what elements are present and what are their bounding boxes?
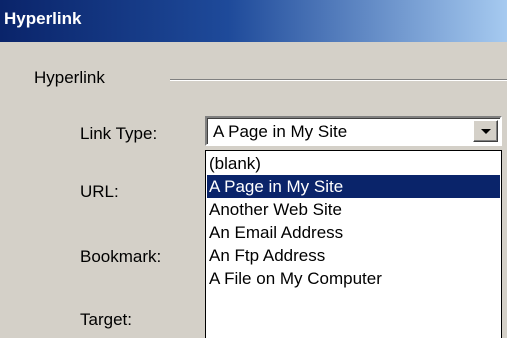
bookmark-label: Bookmark: xyxy=(80,247,162,266)
group-label-hyperlink: Hyperlink xyxy=(34,68,105,87)
window-title: Hyperlink xyxy=(4,9,82,28)
dropdown-option-page-in-my-site[interactable]: A Page in My Site xyxy=(207,175,500,198)
dropdown-option-ftp-address[interactable]: An Ftp Address xyxy=(207,244,500,267)
link-type-dropdown-button[interactable] xyxy=(473,120,498,142)
link-type-dropdown-list[interactable]: (blank) A Page in My Site Another Web Si… xyxy=(205,150,502,338)
chevron-down-icon xyxy=(481,129,491,134)
dropdown-option-email-address[interactable]: An Email Address xyxy=(207,221,500,244)
title-bar: Hyperlink xyxy=(0,0,507,42)
url-label: URL: xyxy=(80,182,119,201)
link-type-select[interactable]: A Page in My Site xyxy=(205,116,502,146)
dropdown-option-another-web-site[interactable]: Another Web Site xyxy=(207,198,500,221)
hyperlink-dialog: Hyperlink Link Type: A Page in My Site U… xyxy=(0,42,507,338)
group-divider xyxy=(170,79,507,81)
dropdown-option-file-on-computer[interactable]: A File on My Computer xyxy=(207,267,500,290)
link-type-label: Link Type: xyxy=(80,124,158,143)
dropdown-option-blank[interactable]: (blank) xyxy=(207,152,500,175)
link-type-value: A Page in My Site xyxy=(213,122,348,141)
target-label: Target: xyxy=(80,310,132,329)
